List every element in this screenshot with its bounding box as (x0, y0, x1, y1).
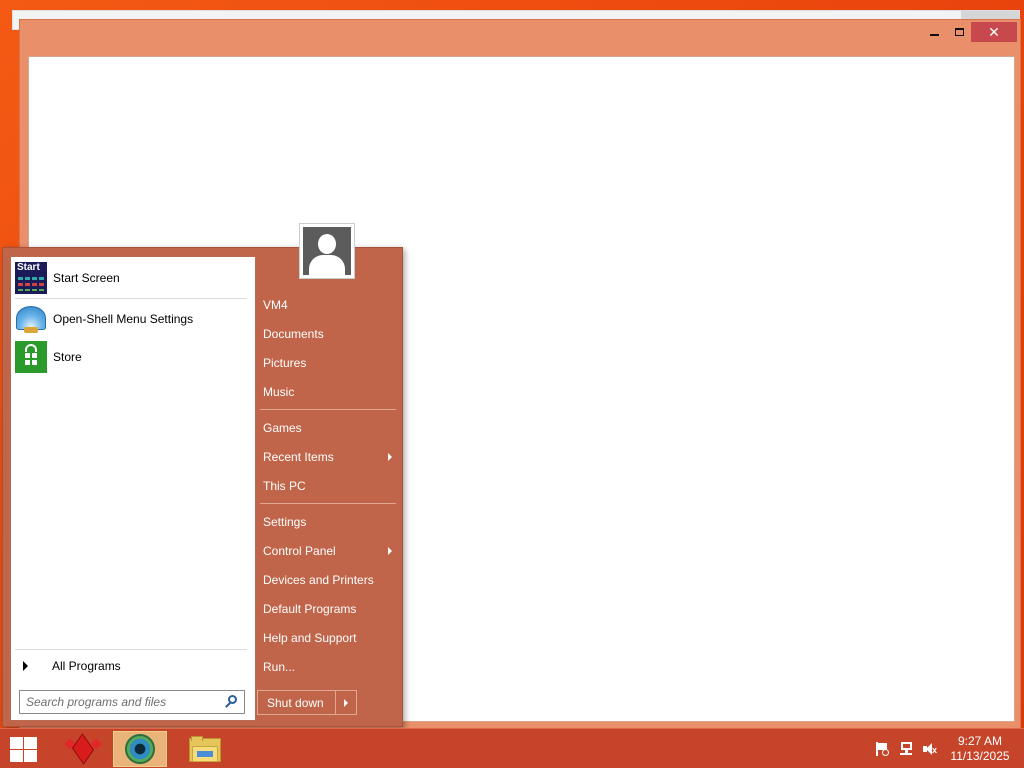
search-icon[interactable] (223, 693, 241, 711)
clock[interactable]: 9:27 AM 11/13/2025 (944, 734, 1016, 764)
shutdown-label: Shut down (267, 695, 324, 710)
all-programs-separator (15, 649, 247, 650)
menu-item-label: Settings (263, 514, 307, 529)
menu-item-label: Devices and Printers (263, 572, 374, 587)
open-shell-icon (15, 303, 47, 335)
menu-item-help-support[interactable]: Help and Support (263, 624, 397, 651)
menu-item-vm4[interactable]: VM4 (263, 291, 397, 318)
red-cube-app-icon (64, 733, 102, 765)
menu-item-label: This PC (263, 478, 306, 493)
programs-separator (15, 298, 247, 299)
close-button[interactable]: ✕ (971, 22, 1017, 42)
taskbar-app-file-explorer[interactable] (178, 731, 232, 767)
menu-item-this-pc[interactable]: This PC (263, 472, 397, 499)
program-start-screen[interactable]: Start Start Screen (15, 259, 251, 297)
volume-muted-icon: x (922, 742, 938, 756)
user-avatar[interactable] (299, 223, 355, 279)
menu-item-label: Control Panel (263, 543, 336, 558)
program-open-shell-settings[interactable]: Open-Shell Menu Settings (15, 300, 251, 338)
all-programs-button[interactable]: All Programs (15, 653, 251, 679)
store-icon (15, 341, 47, 373)
network-tray[interactable] (897, 739, 915, 759)
program-label: Store (53, 350, 82, 364)
menu-item-label: Help and Support (263, 630, 357, 645)
submenu-arrow-icon (388, 452, 392, 461)
search-box (19, 690, 245, 714)
shutdown-button[interactable]: Shut down (258, 691, 336, 714)
close-icon: ✕ (988, 23, 1000, 40)
menu-item-control-panel[interactable]: Control Panel (263, 537, 397, 564)
menu-item-label: Default Programs (263, 601, 357, 616)
minimize-icon (929, 34, 939, 36)
menu-item-documents[interactable]: Documents (263, 320, 397, 347)
menu-item-devices-printers[interactable]: Devices and Printers (263, 566, 397, 593)
menu-item-label: Documents (263, 326, 324, 341)
menu-item-pictures[interactable]: Pictures (263, 349, 397, 376)
menu-item-recent-items[interactable]: Recent Items (263, 443, 397, 470)
menu-separator (260, 503, 396, 504)
taskbar-app-red-cube[interactable] (56, 731, 110, 767)
user-icon (303, 227, 351, 275)
clock-date: 11/13/2025 (950, 749, 1010, 763)
start-screen-icon: Start (15, 262, 47, 294)
shutdown-options-button[interactable] (336, 691, 356, 714)
menu-item-run[interactable]: Run... (263, 653, 397, 680)
menu-item-label: VM4 (263, 297, 288, 312)
menu-item-default-programs[interactable]: Default Programs (263, 595, 397, 622)
taskbar-app-open-shell[interactable] (113, 731, 167, 767)
program-label: Open-Shell Menu Settings (53, 312, 194, 326)
folder-icon (189, 736, 221, 762)
chevron-right-icon (344, 698, 348, 707)
open-shell-orb-icon (125, 734, 155, 764)
expand-arrow-icon (23, 661, 28, 671)
menu-item-games[interactable]: Games (263, 414, 397, 441)
action-center-tray[interactable] (873, 739, 891, 759)
maximize-button[interactable] (945, 22, 973, 42)
start-button[interactable] (8, 736, 38, 762)
search-input[interactable] (20, 691, 223, 713)
menu-item-label: Recent Items (263, 449, 334, 464)
menu-item-label: Pictures (263, 355, 307, 370)
flag-icon (875, 742, 889, 756)
menu-separator (260, 409, 396, 410)
program-store[interactable]: Store (15, 338, 251, 376)
programs-pane: Start Start Screen Open-Shell Menu Setti… (10, 256, 256, 721)
maximize-icon (954, 28, 964, 36)
all-programs-label: All Programs (52, 659, 121, 673)
menu-item-label: Run... (263, 659, 296, 674)
program-label: Start Screen (53, 271, 120, 285)
windows-logo-icon (10, 737, 23, 749)
start-screen-icon-text: Start (17, 262, 40, 273)
menu-item-music[interactable]: Music (263, 378, 397, 405)
menu-item-settings[interactable]: Settings (263, 508, 397, 535)
volume-tray[interactable]: x (921, 739, 939, 759)
taskbar: x 9:27 AM 11/13/2025 (0, 728, 1024, 768)
submenu-arrow-icon (388, 546, 392, 555)
clock-time: 9:27 AM (957, 734, 1003, 748)
menu-item-label: Games (263, 420, 302, 435)
shutdown-control: Shut down (257, 690, 357, 715)
minimize-button[interactable] (920, 22, 948, 42)
menu-item-label: Music (263, 384, 295, 399)
network-icon (898, 742, 914, 756)
